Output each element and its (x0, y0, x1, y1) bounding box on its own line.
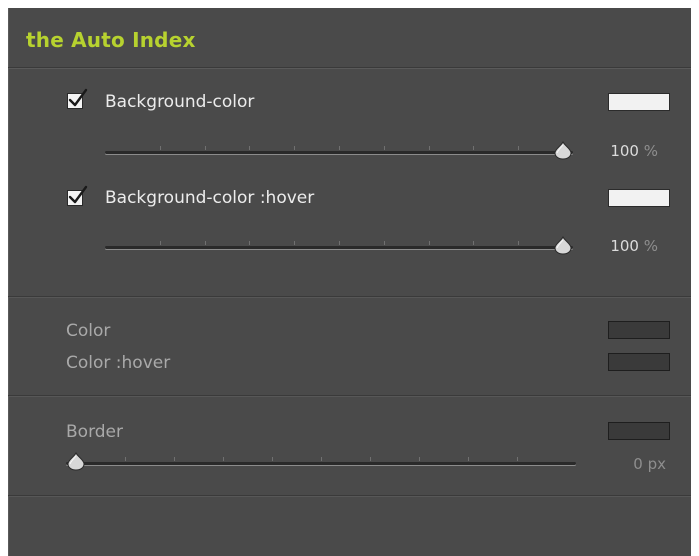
slider-tick (223, 457, 224, 461)
color-label: Color (66, 321, 111, 341)
slider-tick (205, 241, 206, 245)
slider-tick (429, 146, 430, 150)
auto-index-panel: the Auto Index Background-color 100 % Ba… (8, 8, 691, 556)
slider-tick (205, 146, 206, 150)
slider-tick (249, 146, 250, 150)
background-color-hover-checkbox[interactable] (67, 185, 88, 206)
slider-tick (518, 146, 519, 150)
slider-track (66, 462, 576, 465)
slider-tick (429, 241, 430, 245)
slider-tick (294, 146, 295, 150)
slider-track (105, 151, 573, 154)
background-hover-opacity-slider[interactable] (105, 232, 573, 262)
slider-tick (160, 241, 161, 245)
slider-thumb[interactable] (66, 451, 86, 472)
slider-tick (249, 241, 250, 245)
panel-header: the Auto Index (8, 8, 691, 68)
slider-tick (321, 457, 322, 461)
section-divider (8, 395, 691, 396)
background-hover-opacity-value: 100 % (610, 237, 658, 255)
slider-tick (339, 146, 340, 150)
border-width-value: 0 px (633, 455, 666, 473)
slider-tick (473, 146, 474, 150)
slider-thumb[interactable] (553, 140, 573, 161)
background-color-hover-label: Background-color :hover (105, 188, 315, 208)
background-color-label: Background-color (105, 92, 255, 112)
slider-tick (384, 241, 385, 245)
slider-tick (294, 241, 295, 245)
border-width-slider[interactable] (66, 448, 576, 478)
slider-thumb[interactable] (553, 235, 573, 256)
color-swatch[interactable] (608, 321, 670, 339)
slider-thumb-icon (554, 235, 572, 255)
border-label: Border (66, 422, 123, 442)
slider-thumb-icon (554, 140, 572, 160)
slider-tick (125, 457, 126, 461)
slider-tick (518, 241, 519, 245)
slider-tick (473, 241, 474, 245)
checkmark-icon (68, 88, 88, 107)
color-hover-swatch[interactable] (608, 353, 670, 371)
background-opacity-slider[interactable] (105, 137, 573, 167)
slider-tick (272, 457, 273, 461)
slider-track (105, 246, 573, 249)
background-opacity-value: 100 % (610, 142, 658, 160)
slider-tick (517, 457, 518, 461)
border-swatch[interactable] (608, 422, 670, 440)
background-color-hover-swatch[interactable] (608, 189, 670, 207)
slider-tick (419, 457, 420, 461)
section-divider (8, 296, 691, 297)
checkmark-icon (68, 185, 88, 204)
background-color-checkbox[interactable] (67, 88, 88, 109)
background-color-swatch[interactable] (608, 93, 670, 111)
slider-tick (370, 457, 371, 461)
slider-tick (468, 457, 469, 461)
slider-tick (384, 146, 385, 150)
panel-title: the Auto Index (26, 28, 196, 52)
slider-tick (160, 146, 161, 150)
color-hover-label: Color :hover (66, 353, 171, 373)
slider-tick (339, 241, 340, 245)
section-divider (8, 495, 691, 496)
slider-tick (174, 457, 175, 461)
slider-thumb-icon (67, 451, 85, 471)
